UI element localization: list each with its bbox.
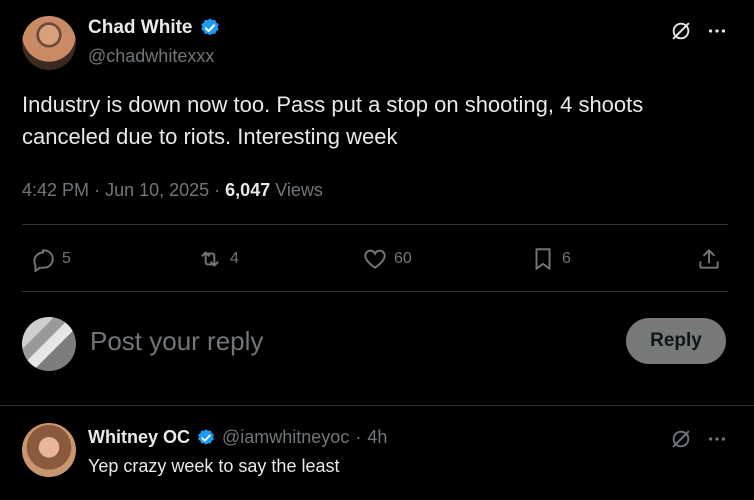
repost-action[interactable]: 4 [196,246,239,272]
like-icon [362,246,388,272]
bookmark-action[interactable]: 6 [530,246,571,272]
author-name[interactable]: Chad White [88,17,193,39]
divider [22,224,728,225]
bookmark-count: 6 [562,250,571,267]
reply-author-row: Whitney OC @iamwhitneyoc · 4h [88,427,387,448]
divider [22,291,728,292]
verified-badge-icon [196,428,216,448]
reply-button[interactable]: Reply [626,318,726,364]
reply-author-name[interactable]: Whitney OC [88,427,190,448]
tweet-meta: 4:42 PM · Jun 10, 2025 · 6,047 Views [22,180,323,201]
divider [0,405,754,406]
tweet-text: Industry is down now too. Pass put a sto… [22,92,644,149]
grok-icon[interactable] [670,428,692,450]
author-name-row[interactable]: Chad White [88,17,221,39]
meta-separator: · [355,427,362,447]
like-action[interactable]: 60 [362,246,412,272]
tweet-date[interactable]: Jun 10, 2025 [105,180,209,200]
more-icon[interactable] [706,428,728,450]
views-count: 6,047 [225,180,271,200]
verified-badge-icon [199,17,221,39]
reply-author-avatar[interactable] [22,423,76,477]
like-count: 60 [394,250,412,267]
reply-author-handle[interactable]: @iamwhitneyoc [222,427,349,448]
current-user-avatar[interactable] [22,317,76,371]
reply-input[interactable]: Post your reply [90,326,263,357]
tweet-time[interactable]: 4:42 PM [22,180,89,200]
reply-action[interactable]: 5 [30,246,71,272]
reply-count: 5 [62,250,71,267]
meta-separator: · [94,180,106,200]
more-icon[interactable] [706,20,728,42]
reply-text: Yep crazy week to say the least [88,456,340,476]
author-avatar[interactable] [22,16,76,70]
author-handle[interactable]: @chadwhitexxx [88,46,214,67]
bookmark-icon [530,246,556,272]
repost-icon [196,246,224,272]
views-label: Views [275,180,323,200]
share-icon [696,246,722,272]
meta-separator: · [214,180,226,200]
reply-icon [30,246,56,272]
reply-age[interactable]: 4h [367,427,387,448]
grok-icon[interactable] [670,20,692,42]
repost-count: 4 [230,250,239,267]
share-action[interactable] [696,246,722,272]
